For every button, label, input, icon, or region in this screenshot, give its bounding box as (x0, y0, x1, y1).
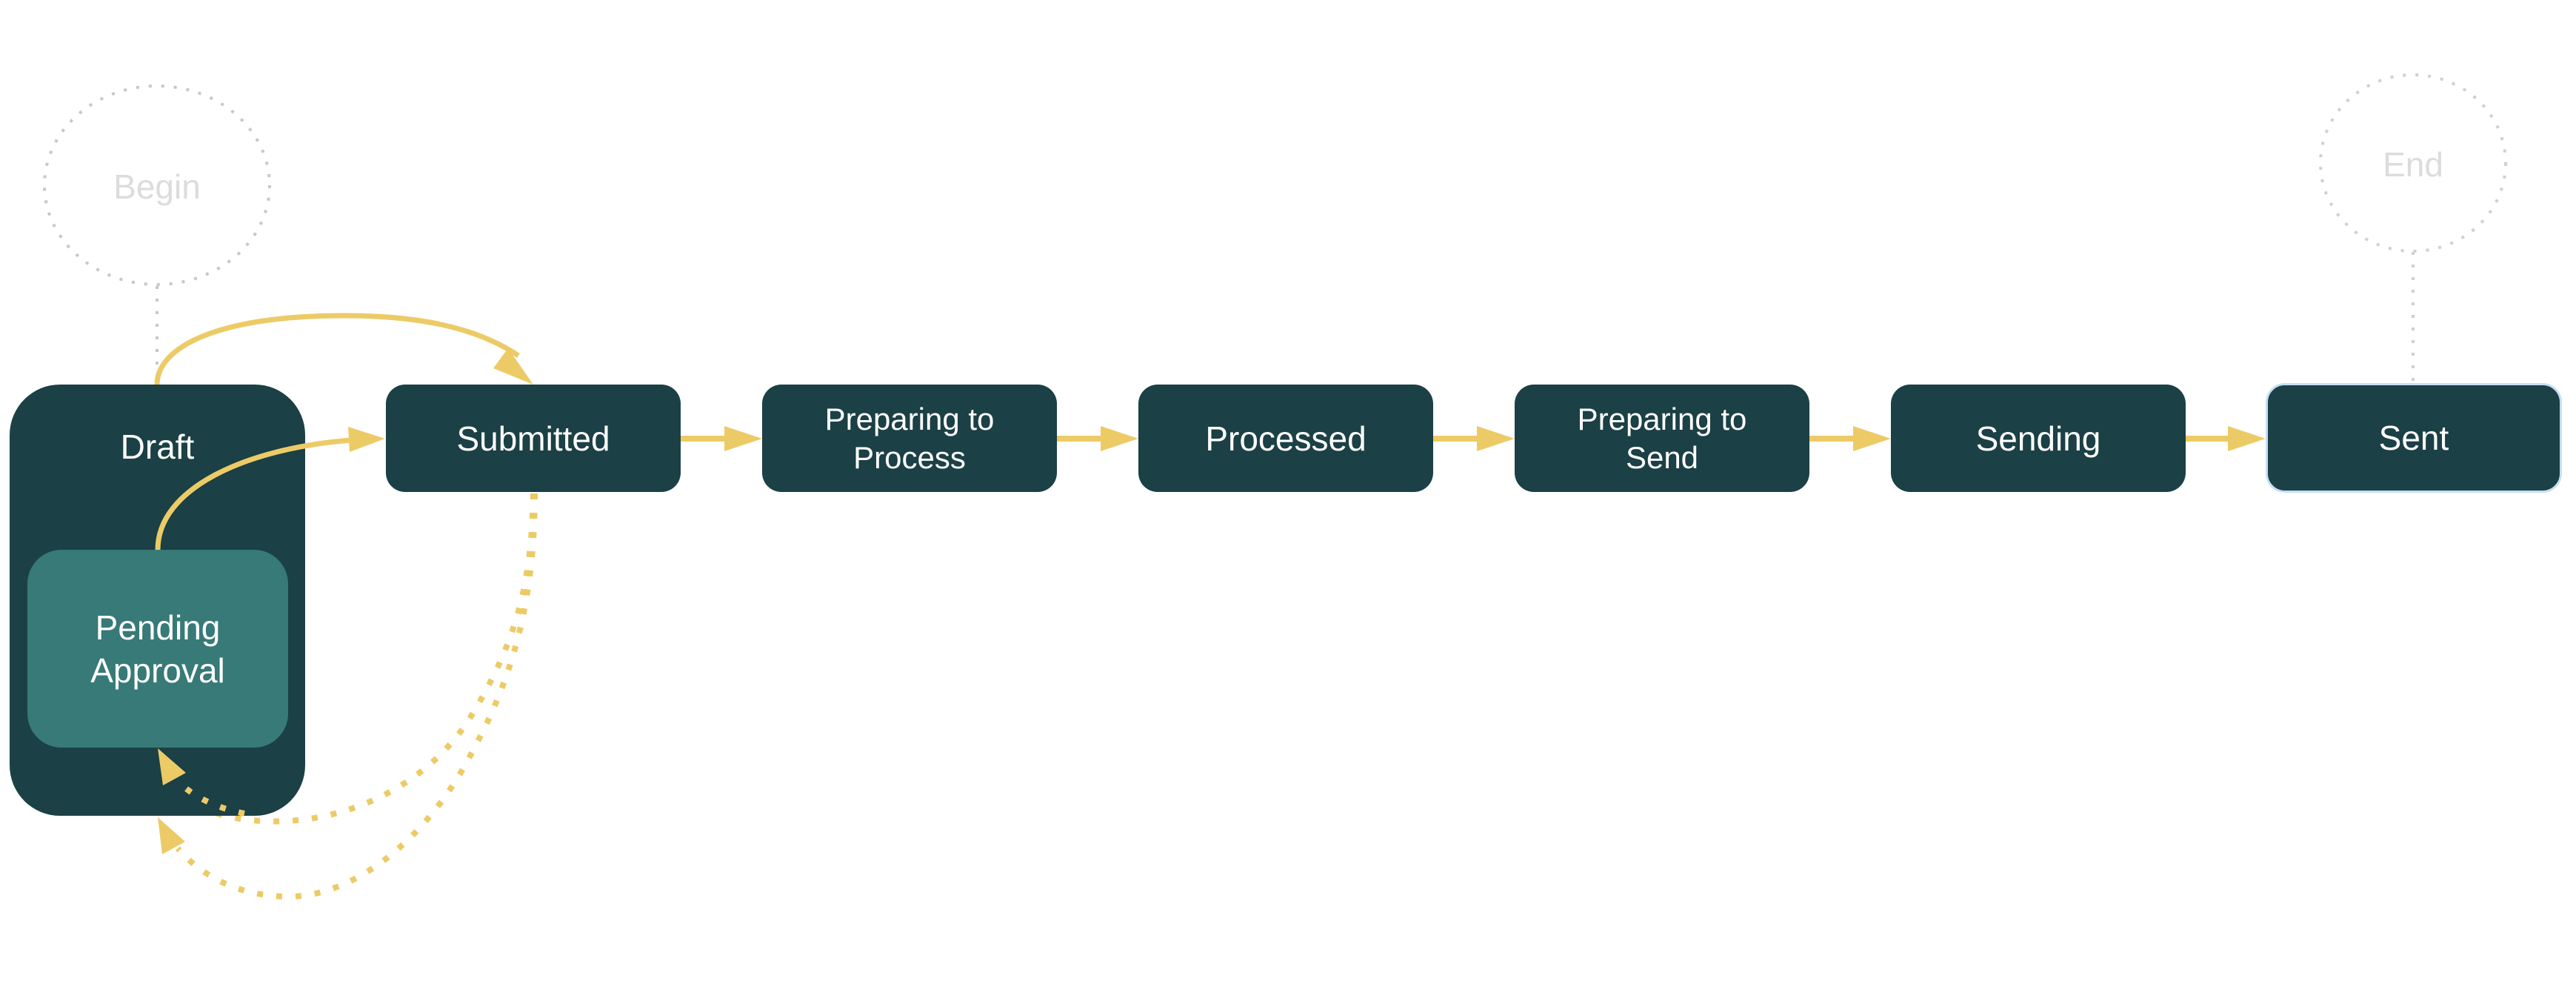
end-label: End (2383, 145, 2443, 184)
state-pending-approval[interactable]: Pending Approval (27, 550, 288, 748)
state-preparing-to-send[interactable]: Preparing to Send (1515, 385, 1809, 492)
state-draft-label: Draft (120, 428, 195, 466)
transition-draft-to-submitted[interactable] (154, 313, 520, 385)
state-draft[interactable]: Draft Pending Approval (10, 385, 305, 816)
transition-submitted-to-preparing-to-process[interactable] (681, 426, 762, 451)
transition-sending-to-sent[interactable] (2186, 426, 2266, 451)
state-sent[interactable]: Sent (2266, 383, 2562, 493)
state-submitted[interactable]: Submitted (386, 385, 681, 492)
state-processed-label: Processed (1205, 419, 1367, 458)
state-sent-label: Sent (2378, 419, 2449, 457)
state-submitted-label: Submitted (456, 419, 610, 458)
state-pending-approval-label: Pending Approval (90, 608, 225, 690)
state-processed[interactable]: Processed (1138, 385, 1433, 492)
transition-preparing-to-send-to-sending[interactable] (1809, 426, 1891, 451)
state-preparing-to-send-label: Preparing to Send (1577, 401, 1747, 475)
state-sending[interactable]: Sending (1891, 385, 2186, 492)
transition-preparing-to-process-to-processed[interactable] (1057, 426, 1138, 451)
transition-processed-to-preparing-to-send[interactable] (1433, 426, 1515, 451)
state-preparing-to-process-label: Preparing to Process (824, 401, 995, 475)
state-preparing-to-process[interactable]: Preparing to Process (762, 385, 1057, 492)
begin-label: Begin (113, 167, 201, 206)
state-sending-label: Sending (1975, 419, 2101, 458)
